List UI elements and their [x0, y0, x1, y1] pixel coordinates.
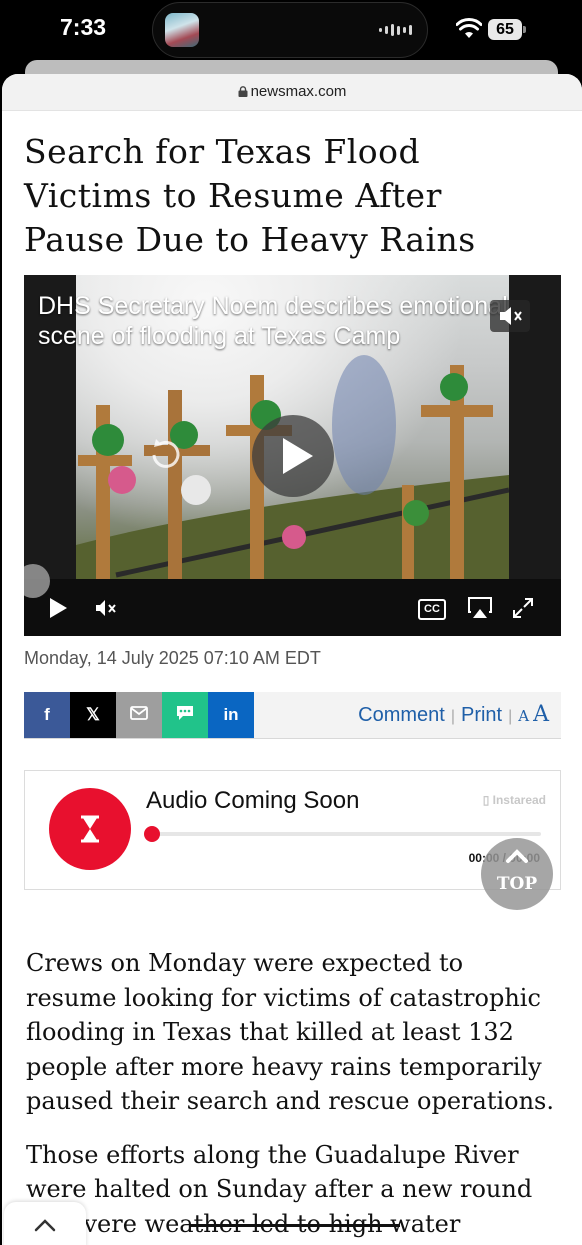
x-share-button[interactable]: 𝕏	[70, 692, 116, 738]
linkedin-share-button[interactable]: in	[208, 692, 254, 738]
video-player[interactable]: DHS Secretary Noem describes emotional s…	[24, 275, 561, 636]
sms-share-button[interactable]	[162, 692, 208, 738]
article-body: Crews on Monday were expected to resume …	[26, 946, 556, 1245]
status-bar: 7:33 65	[0, 0, 582, 62]
video-progress-handle[interactable]	[24, 564, 50, 598]
audio-progress-track[interactable]	[151, 832, 541, 836]
font-increase-button[interactable]: A	[533, 702, 549, 727]
top-label: TOP	[496, 874, 538, 894]
x-icon: 𝕏	[86, 705, 100, 724]
mute-toggle-button[interactable]	[490, 300, 530, 332]
play-icon[interactable]	[50, 598, 67, 618]
instaread-logo: ▯ Instaread	[482, 793, 546, 807]
print-link[interactable]: Print	[461, 704, 502, 726]
article-dateline: Monday, 14 July 2025 07:10 AM EDT	[24, 648, 321, 668]
dynamic-island[interactable]	[152, 2, 428, 58]
closed-captions-button[interactable]: CC	[418, 599, 446, 620]
hourglass-icon	[81, 815, 99, 843]
now-playing-thumbnail	[165, 13, 199, 47]
video-play-button[interactable]	[252, 415, 334, 497]
font-decrease-button[interactable]: A	[518, 707, 529, 725]
text-overlay-line	[190, 1224, 400, 1227]
browser-sheet: newsmax.com Search for Texas Flood Victi…	[2, 74, 582, 1245]
audio-waveform-icon	[379, 23, 413, 37]
facebook-share-button[interactable]: f	[24, 692, 70, 738]
volume-muted-icon[interactable]	[94, 597, 118, 619]
battery-indicator: 65	[488, 19, 526, 40]
divider: |	[450, 708, 455, 725]
email-icon	[130, 706, 148, 720]
article-tools: Comment | Print | A A	[358, 702, 549, 727]
chevron-up-icon	[506, 849, 528, 863]
instaread-brand: Instaread	[492, 793, 546, 807]
address-bar[interactable]: newsmax.com	[2, 74, 582, 111]
video-title: DHS Secretary Noem describes emotional s…	[38, 292, 508, 350]
video-controls-bar: CC	[24, 564, 561, 636]
email-share-button[interactable]	[116, 692, 162, 738]
sms-icon	[177, 706, 193, 720]
article-paragraph: Those efforts along the Guadalupe River …	[26, 1140, 533, 1245]
linkedin-icon: in	[223, 705, 239, 724]
article-paragraph: Crews on Monday were expected to resume …	[26, 949, 554, 1115]
audio-title: Audio Coming Soon	[146, 787, 360, 814]
back-to-top-button[interactable]: TOP	[481, 838, 553, 910]
article-headline: Search for Texas Flood Victims to Resume…	[24, 132, 476, 259]
comment-link[interactable]: Comment	[358, 704, 445, 726]
wifi-icon	[456, 18, 482, 38]
url-display[interactable]: newsmax.com	[238, 83, 347, 100]
status-time: 7:33	[60, 14, 107, 40]
divider: |	[508, 708, 513, 725]
audio-progress-handle[interactable]	[144, 826, 160, 842]
airplay-icon[interactable]	[468, 597, 492, 619]
toolbar-expand-tab[interactable]	[4, 1202, 86, 1245]
audio-play-button[interactable]	[49, 788, 131, 870]
share-toolbar: f 𝕏 in Comment | Print | A A	[24, 692, 561, 739]
fullscreen-icon[interactable]	[512, 597, 534, 619]
chevron-up-icon	[34, 1219, 56, 1232]
facebook-icon: f	[44, 705, 50, 724]
url-text: newsmax.com	[250, 83, 347, 100]
lock-icon	[238, 86, 248, 97]
replay-icon	[152, 439, 180, 468]
speaker-muted-icon	[500, 307, 522, 325]
